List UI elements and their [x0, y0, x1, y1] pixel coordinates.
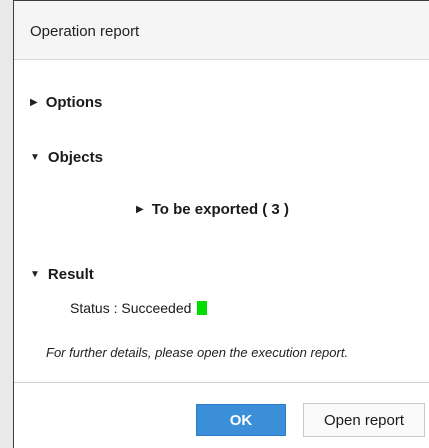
status-text: Status : Succeeded — [70, 300, 192, 316]
section-to-be-exported[interactable]: ▶ To be exported ( 3 ) — [136, 201, 289, 218]
collapse-arrow-icon: ▼ — [30, 269, 40, 280]
status-success-indicator — [197, 301, 208, 315]
section-options[interactable]: ▶ Options — [30, 94, 102, 111]
operation-report-dialog: Operation report ▶ Options ▼ Objects ▶ T… — [13, 0, 429, 448]
section-result-label: Result — [47, 266, 94, 283]
expand-arrow-icon: ▶ — [136, 204, 144, 215]
section-options-label: Options — [45, 94, 103, 111]
section-objects-label: Objects — [47, 149, 103, 166]
collapse-arrow-icon: ▼ — [30, 152, 40, 163]
section-result[interactable]: ▼ Result — [30, 266, 94, 283]
section-objects[interactable]: ▼ Objects — [30, 149, 103, 166]
ok-button[interactable]: OK — [196, 404, 286, 436]
section-to-be-exported-label: To be exported ( 3 ) — [151, 201, 289, 218]
result-status: Status : Succeeded — [70, 300, 208, 316]
open-report-button[interactable]: Open report — [303, 403, 425, 437]
expand-arrow-icon: ▶ — [30, 97, 38, 108]
dialog-title: Operation report — [14, 0, 429, 60]
details-note: For further details, please open the exe… — [46, 345, 349, 360]
button-bar-divider — [14, 382, 429, 383]
